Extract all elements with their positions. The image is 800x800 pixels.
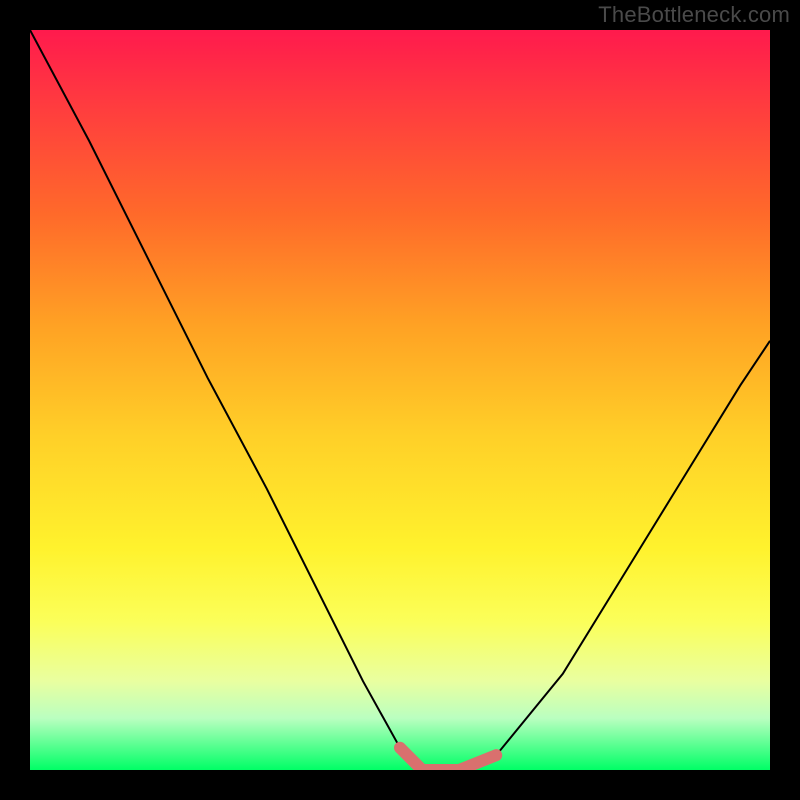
chart-frame: TheBottleneck.com [0, 0, 800, 800]
watermark-text: TheBottleneck.com [598, 2, 790, 28]
chart-plot-area [30, 30, 770, 770]
bottleneck-curve-path [30, 30, 770, 770]
chart-svg [30, 30, 770, 770]
optimal-marker-path [400, 748, 496, 770]
